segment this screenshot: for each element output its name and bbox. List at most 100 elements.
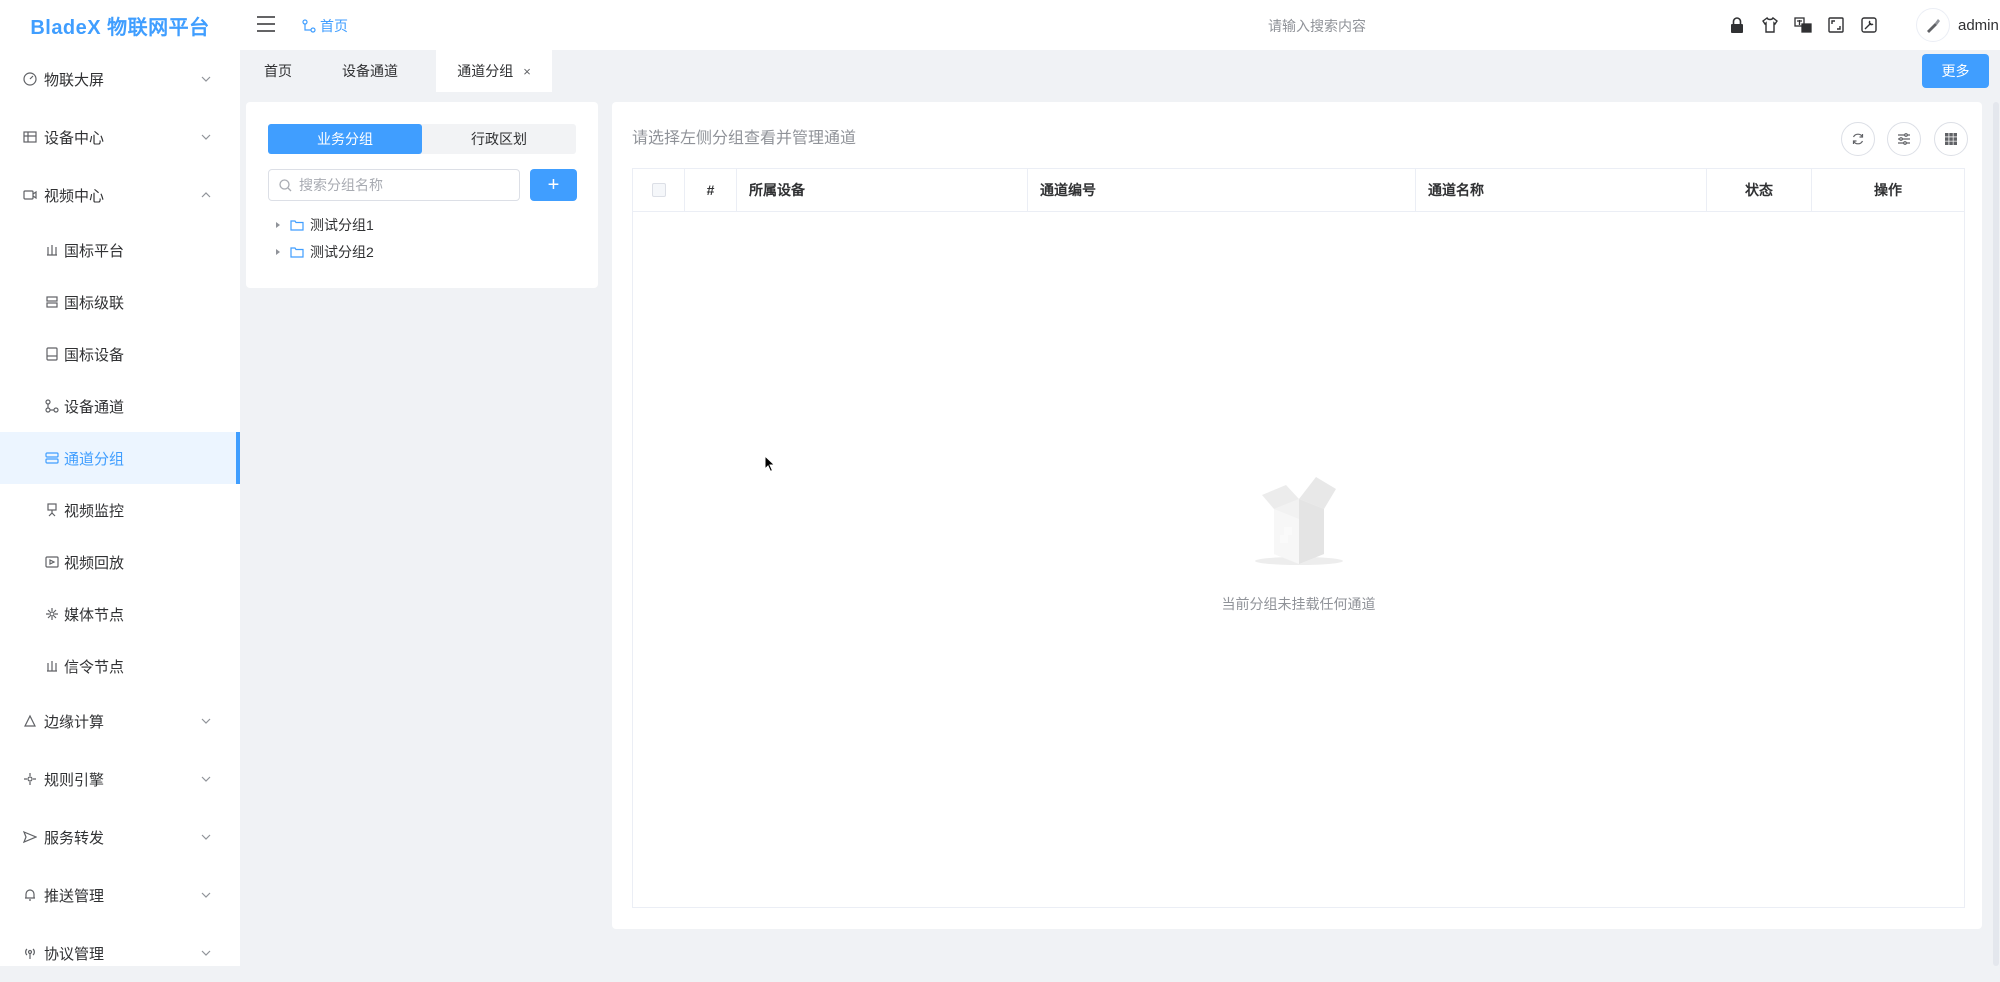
- column-header: 通道编号: [1028, 169, 1416, 211]
- sidebar-group-label: 规则引擎: [44, 771, 105, 789]
- user-menu[interactable]: admin: [1916, 8, 1999, 42]
- sidebar-group-service-forward[interactable]: 服务转发: [0, 808, 240, 866]
- sidebar-item-media-node[interactable]: 媒体节点: [0, 588, 240, 640]
- sidebar-item-label: 通道分组: [64, 450, 125, 468]
- column-header: #: [685, 169, 737, 211]
- empty-box-illustration: [1254, 477, 1343, 565]
- sidebar-item-video-playback[interactable]: 视频回放: [0, 536, 240, 588]
- select-all-checkbox[interactable]: [651, 183, 666, 197]
- tab-label: 设备通道: [342, 63, 398, 79]
- sidebar-group-label: 物联大屏: [44, 71, 105, 89]
- settings-icon[interactable]: [1860, 16, 1878, 34]
- sidebar-item-device-channel[interactable]: 设备通道: [0, 380, 240, 432]
- sidebar-group-label: 边缘计算: [44, 713, 105, 731]
- tree-node-label: 测试分组2: [310, 244, 374, 260]
- tree-node[interactable]: 测试分组2: [274, 241, 374, 263]
- video-camera-icon: [22, 187, 38, 203]
- sidebar-item-gb-cascade[interactable]: 国标级联: [0, 276, 240, 328]
- tab-channel-group[interactable]: 通道分组 ×: [436, 50, 552, 92]
- group-search-placeholder: 搜索分组名称: [299, 177, 383, 193]
- theme-shirt-icon[interactable]: [1761, 16, 1779, 34]
- empty-state: 当前分组未挂载任何通道: [633, 469, 1964, 614]
- breadcrumb[interactable]: 首页: [302, 16, 348, 36]
- sidebar-item-label: 设备通道: [64, 398, 125, 416]
- sidebar-item-label: 视频监控: [64, 502, 125, 520]
- group-type-switch: 业务分组 行政区划: [268, 124, 576, 154]
- chevron-down-icon: [201, 134, 211, 140]
- close-icon[interactable]: ×: [523, 64, 531, 79]
- sidebar-group-label: 推送管理: [44, 887, 105, 905]
- tab-device-channel[interactable]: 设备通道: [324, 50, 416, 92]
- sidebar-item-channel-group[interactable]: 通道分组: [0, 432, 240, 484]
- sidebar-item-video-monitor[interactable]: 视频监控: [0, 484, 240, 536]
- sidebar-group-label: 设备中心: [44, 129, 105, 147]
- sidebar-item-label: 国标级联: [64, 294, 125, 312]
- app-logo[interactable]: BladeX 物联网平台: [0, 0, 240, 50]
- tree-node-label: 测试分组1: [310, 217, 374, 233]
- chevron-up-icon: [201, 192, 211, 198]
- group-icon: [44, 450, 60, 466]
- columns-button[interactable]: [1934, 122, 1968, 156]
- lock-icon[interactable]: [1728, 16, 1746, 34]
- sidebar-group-video-center[interactable]: 视频中心: [0, 166, 240, 224]
- caret-right-icon[interactable]: [274, 248, 282, 256]
- sidebar-item-label: 国标设备: [64, 346, 125, 364]
- sidebar-group-rule-engine[interactable]: 规则引擎: [0, 750, 240, 808]
- global-search-input[interactable]: 请输入搜索内容: [1268, 16, 1366, 36]
- panel-hint: 请选择左侧分组查看并管理通道: [632, 130, 857, 147]
- table-icon: [22, 129, 38, 145]
- select-all-cell: [633, 169, 685, 211]
- tab-home[interactable]: 首页: [250, 50, 306, 92]
- antenna-icon: [22, 945, 38, 961]
- cascade-icon: [44, 294, 60, 310]
- sidebar-item-label: 信令节点: [64, 658, 125, 676]
- empty-text: 当前分组未挂载任何通道: [1221, 596, 1376, 612]
- chevron-down-icon: [201, 950, 211, 956]
- sidebar-item-signal-node[interactable]: 信令节点: [0, 640, 240, 692]
- menu-toggle-icon[interactable]: [256, 15, 276, 33]
- filter-button[interactable]: [1887, 122, 1921, 156]
- chevron-down-icon: [201, 776, 211, 782]
- sidebar-item-gb-device[interactable]: 国标设备: [0, 328, 240, 380]
- sidebar-group-label: 协议管理: [44, 945, 105, 963]
- refresh-button[interactable]: [1841, 122, 1875, 156]
- caret-right-icon[interactable]: [274, 221, 282, 229]
- tab-label: 通道分组: [457, 63, 514, 79]
- sidebar-group-device-center[interactable]: 设备中心: [0, 108, 240, 166]
- page-scrollbar[interactable]: [1993, 102, 1999, 966]
- chevron-down-icon: [201, 76, 211, 82]
- dashboard-icon: [22, 71, 38, 87]
- segment-admin-division[interactable]: 行政区划: [422, 124, 576, 154]
- sidebar-item-label: 媒体节点: [64, 606, 125, 624]
- more-button[interactable]: 更多: [1922, 54, 1989, 88]
- sidebar-item-gb-platform[interactable]: 国标平台: [0, 224, 240, 276]
- fullscreen-icon[interactable]: [1827, 16, 1845, 34]
- platform-icon: [44, 242, 60, 258]
- chevron-down-icon: [201, 892, 211, 898]
- add-group-button[interactable]: +: [530, 169, 577, 201]
- username: admin: [1958, 16, 1999, 34]
- pen-icon: [1927, 19, 1940, 33]
- group-search-input[interactable]: 搜索分组名称: [268, 169, 520, 201]
- language-icon[interactable]: [1794, 16, 1812, 34]
- column-header: 通道名称: [1416, 169, 1707, 211]
- media-node-icon: [44, 606, 60, 622]
- channel-panel: 请选择左侧分组查看并管理通道 # 所属设备 通道编号 通道名称 状态 操作 当前…: [612, 102, 1982, 929]
- tree-node[interactable]: 测试分组1: [274, 214, 374, 236]
- segment-business-group[interactable]: 业务分组: [268, 124, 422, 154]
- sidebar-group-iot-dashboard[interactable]: 物联大屏: [0, 50, 240, 108]
- folder-icon: [290, 220, 304, 231]
- breadcrumb-label: 首页: [320, 18, 348, 34]
- sidebar-group-push-management[interactable]: 推送管理: [0, 866, 240, 924]
- bell-icon: [22, 887, 38, 903]
- rule-icon: [22, 771, 38, 787]
- sidebar: BladeX 物联网平台 物联大屏 设备中心 视频中心 国标平台 国标级联 国标…: [0, 0, 240, 966]
- playback-icon: [44, 554, 60, 570]
- monitor-icon: [44, 502, 60, 518]
- signal-node-icon: [44, 658, 60, 674]
- avatar: [1916, 8, 1950, 42]
- sidebar-group-edge-computing[interactable]: 边缘计算: [0, 692, 240, 750]
- sidebar-item-label: 视频回放: [64, 554, 125, 572]
- sidebar-group-protocol-management[interactable]: 协议管理: [0, 924, 240, 982]
- edge-icon: [22, 713, 38, 729]
